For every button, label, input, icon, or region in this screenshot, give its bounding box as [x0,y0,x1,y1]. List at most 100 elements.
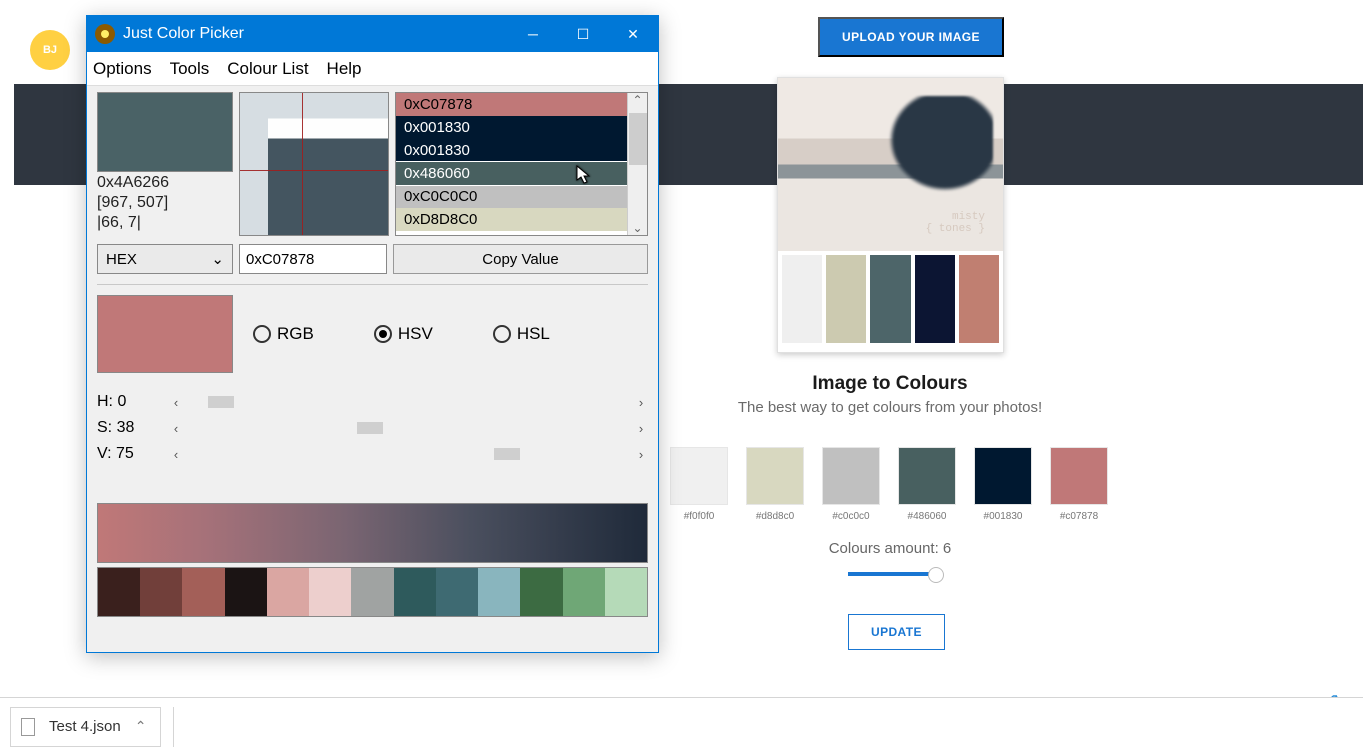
radio-hsl[interactable]: HSL [493,324,550,344]
swatch-cell[interactable] [563,568,605,616]
palette-item[interactable]: #d8d8c0 [746,447,804,522]
menu-help[interactable]: Help [327,59,362,79]
crosshair-h [240,170,388,171]
swatch-cell[interactable] [182,568,224,616]
slider-track[interactable] [195,420,622,436]
slider-label: V: 75 [97,445,157,463]
radio-hsv[interactable]: HSV [374,324,433,344]
preview-swatch [915,255,955,343]
current-hex: 0x4A6266 [97,174,233,192]
download-bar: Test 4.json ⌃ [0,697,1363,755]
palette-hex-label: #001830 [974,511,1032,522]
swatch-row[interactable] [97,567,648,617]
crosshair-v [302,93,303,235]
swatch-cell[interactable] [478,568,520,616]
palette-swatch [898,447,956,505]
page-subtitle: The best way to get colours from your ph… [670,399,1110,416]
slider-row[interactable]: H: 0 ‹ › [97,389,648,415]
copy-value-button[interactable]: Copy Value [393,244,648,274]
palette-item[interactable]: #486060 [898,447,956,522]
menu-options[interactable]: Options [93,59,152,79]
current-color-swatch [97,92,233,172]
window-title: Just Color Picker [123,25,244,43]
slider-track[interactable] [195,446,622,462]
slider-right-icon[interactable]: › [634,447,648,462]
swatch-cell[interactable] [98,568,140,616]
radio-rgb[interactable]: RGB [253,324,314,344]
jcp-window: Just Color Picker ─ ☐ ✕ Options Tools Co… [86,15,659,653]
colour-list-row[interactable]: 0x001830 [396,116,647,139]
colour-list[interactable]: 0xC078780x0018300x0018300x4860600xC0C0C0… [395,92,648,236]
menu-tools[interactable]: Tools [170,59,210,79]
upload-image-button[interactable]: UPLOAD YOUR IMAGE [818,17,1004,57]
colour-list-row[interactable]: 0xC07878 [396,93,647,116]
colour-list-row[interactable]: 0x001830 [396,139,647,162]
maximize-button[interactable]: ☐ [558,16,608,52]
scroll-down-icon[interactable]: ⌄ [632,221,642,235]
swatch-cell[interactable] [436,568,478,616]
palette-item[interactable]: #c0c0c0 [822,447,880,522]
update-button[interactable]: UPDATE [848,614,945,650]
format-select[interactable]: HEX ⌄ [97,244,233,274]
hex-input[interactable] [239,244,387,274]
preview-image: misty { tones } [778,78,1003,251]
palette-item[interactable]: #c07878 [1050,447,1108,522]
slider-left-icon[interactable]: ‹ [169,421,183,436]
swatch-cell[interactable] [225,568,267,616]
download-chip[interactable]: Test 4.json ⌃ [10,707,161,747]
hsv-sliders: H: 0 ‹ ›S: 38 ‹ ›V: 75 ‹ › [97,389,648,467]
swatch-cell[interactable] [140,568,182,616]
palette-hex-label: #c07878 [1050,511,1108,522]
titlebar[interactable]: Just Color Picker ─ ☐ ✕ [87,16,658,52]
palette-hex-label: #d8d8c0 [746,511,804,522]
avatar-initials: BJ [43,44,57,56]
scroll-up-icon[interactable]: ⌃ [632,93,642,107]
chevron-up-icon[interactable]: ⌃ [135,718,147,735]
extracted-palette: #f0f0f0 #d8d8c0 #c0c0c0 #486060 #001830 … [670,447,1115,522]
menu-colour-list[interactable]: Colour List [227,59,308,79]
gradient-bar[interactable] [97,503,648,563]
avatar[interactable]: BJ [30,30,70,70]
current-coords: [967, 507] [97,194,233,212]
format-select-value: HEX [106,251,137,268]
swatch-cell[interactable] [394,568,436,616]
slider-row[interactable]: S: 38 ‹ › [97,415,648,441]
palette-item[interactable]: #f0f0f0 [670,447,728,522]
scroll-thumb[interactable] [629,113,647,165]
slider-left-icon[interactable]: ‹ [169,447,183,462]
minimize-button[interactable]: ─ [508,16,558,52]
palette-swatch [746,447,804,505]
slider-left-icon[interactable]: ‹ [169,395,183,410]
colour-list-row[interactable]: 0xC0C0C0 [396,185,647,208]
chevron-down-icon: ⌄ [211,250,224,268]
jcp-body: 0x4A6266 [967, 507] |66, 7| 0xC078780x00… [87,86,658,652]
palette-item[interactable]: #001830 [974,447,1032,522]
preview-swatches [778,251,1003,347]
palette-hex-label: #c0c0c0 [822,511,880,522]
colour-list-row[interactable]: 0xD8D8C0 [396,208,647,231]
swatch-cell[interactable] [605,568,647,616]
slider-track[interactable] [195,394,622,410]
close-button[interactable]: ✕ [608,16,658,52]
swatch-cell[interactable] [520,568,562,616]
palette-swatch [670,447,728,505]
swatch-cell[interactable] [267,568,309,616]
colour-list-scrollbar[interactable]: ⌃ ⌄ [627,93,647,235]
page-title: Image to Colours [670,373,1110,395]
preview-swatch [782,255,822,343]
colours-amount-label: Colours amount: 6 [670,540,1110,557]
secondary-swatch [97,295,233,373]
current-offset: |66, 7| [97,214,233,232]
file-icon [21,718,35,736]
swatch-cell[interactable] [309,568,351,616]
slider-right-icon[interactable]: › [634,395,648,410]
slider-right-icon[interactable]: › [634,421,648,436]
colour-list-row[interactable]: 0x486060 [396,162,647,185]
zoom-preview [239,92,389,236]
swatch-cell[interactable] [351,568,393,616]
colours-amount-slider[interactable] [848,572,934,576]
image-preview-card: misty { tones } [777,77,1004,353]
slider-row[interactable]: V: 75 ‹ › [97,441,648,467]
palette-hex-label: #486060 [898,511,956,522]
slider-label: S: 38 [97,419,157,437]
